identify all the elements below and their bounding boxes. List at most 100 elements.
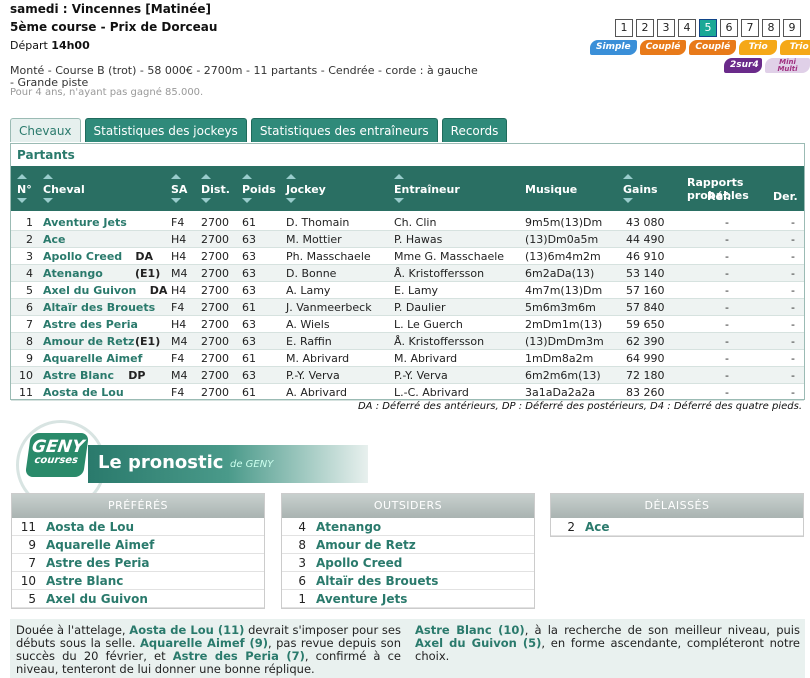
- col-der[interactable]: Der.: [773, 190, 798, 203]
- horse-name[interactable]: Ace: [585, 520, 610, 534]
- col-entraineur[interactable]: Entraîneur: [394, 174, 460, 203]
- table-row[interactable]: 9 Aquarelle Aimef F4 2700 61 M. Abrivard M. Ab…: [11, 350, 804, 367]
- horse-name[interactable]: Axel du Guivon: [46, 592, 148, 606]
- horse-name[interactable]: Astre Blanc: [46, 574, 123, 588]
- col-sa[interactable]: SA: [171, 174, 187, 203]
- table-row[interactable]: 10 Astre Blanc DP M4 2700 63 P.-Y. Verva P.-Y. …: [11, 367, 804, 384]
- cell-cheval[interactable]: Atenango: [43, 267, 103, 280]
- col-ref[interactable]: Réf.: [707, 190, 731, 203]
- horse-name[interactable]: Atenango: [316, 520, 381, 534]
- tab-stats-jockeys[interactable]: Statistiques des jockeys: [84, 118, 247, 142]
- horse-link[interactable]: Astre des Peria (7): [173, 649, 305, 663]
- race-number-button[interactable]: 1: [615, 19, 633, 37]
- bet-type-badge[interactable]: Trio: [780, 40, 810, 55]
- race-number-button[interactable]: 9: [783, 19, 801, 37]
- list-item[interactable]: 10 Astre Blanc: [12, 572, 264, 590]
- race-number-button[interactable]: 3: [657, 19, 675, 37]
- race-number-button[interactable]: 5: [699, 19, 717, 37]
- horse-link[interactable]: Axel du Guivon (5): [415, 636, 541, 650]
- table-row[interactable]: 4 Atenango (E1) M4 2700 63 D. Bonne Å. Kristoff…: [11, 265, 804, 282]
- cell-cheval[interactable]: Astre des Peria: [43, 318, 138, 331]
- list-item[interactable]: 11 Aosta de Lou: [12, 518, 264, 536]
- bet-type-badge[interactable]: Couplé: [639, 40, 687, 55]
- tab-records[interactable]: Records: [441, 118, 508, 142]
- race-number-button[interactable]: 8: [762, 19, 780, 37]
- table-row[interactable]: 11 Aosta de Lou F4 2700 61 A. Abrivard L.-C. A…: [11, 384, 804, 401]
- list-item[interactable]: 5 Axel du Guivon: [12, 590, 264, 608]
- cell-cheval[interactable]: Ace: [43, 233, 66, 246]
- race-number-button[interactable]: 2: [636, 19, 654, 37]
- list-item[interactable]: 3 Apollo Creed: [282, 554, 534, 572]
- horse-link[interactable]: Aquarelle Aimef (9): [140, 636, 268, 650]
- cell-der: -: [791, 369, 795, 382]
- horse-name[interactable]: Aosta de Lou: [46, 520, 134, 534]
- cell-cheval[interactable]: Aosta de Lou: [43, 386, 124, 399]
- bet-type-badge[interactable]: Trio: [739, 40, 778, 55]
- horse-number: 2: [567, 520, 575, 534]
- cell-ref: -: [725, 301, 729, 314]
- bet-type-badge[interactable]: 2sur4: [724, 58, 762, 73]
- table-row[interactable]: 6 Altaïr des Brouets F4 2700 61 J. Vanmeerbec…: [11, 299, 804, 316]
- cell-gains: 72 180: [626, 369, 665, 382]
- col-poids[interactable]: Poids: [242, 174, 276, 203]
- horse-name[interactable]: Aventure Jets: [316, 592, 407, 606]
- list-item[interactable]: 4 Atenango: [282, 518, 534, 536]
- col-gains-label: Gains: [623, 183, 658, 196]
- col-musique[interactable]: Musique: [525, 183, 577, 196]
- bet-type-badge[interactable]: Simple: [590, 40, 637, 55]
- list-item[interactable]: 6 Altaïr des Brouets: [282, 572, 534, 590]
- cell-der: -: [791, 352, 795, 365]
- cell-cheval[interactable]: Axel du Guivon: [43, 284, 136, 297]
- bet-type-badge[interactable]: Mini Multi: [765, 58, 810, 73]
- horse-name[interactable]: Amour de Retz: [316, 538, 416, 552]
- cell-dist: 2700: [201, 216, 229, 229]
- list-item[interactable]: 7 Astre des Peria: [12, 554, 264, 572]
- horse-name[interactable]: Aquarelle Aimef: [46, 538, 154, 552]
- col-dist[interactable]: Dist.: [201, 174, 230, 203]
- cell-entraineur: L. Le Guerch: [394, 318, 463, 331]
- sort-up-icon: [171, 174, 181, 179]
- cell-cheval[interactable]: Amour de Retz: [43, 335, 134, 348]
- horse-link[interactable]: Aosta de Lou (11): [129, 623, 244, 637]
- depart-time: 14h00: [51, 39, 90, 52]
- cell-cheval[interactable]: Astre Blanc: [43, 369, 114, 382]
- col-jockey[interactable]: Jockey: [286, 174, 326, 203]
- table-row[interactable]: 7 Astre des Peria H4 2700 63 A. Wiels L. Le Gu…: [11, 316, 804, 333]
- list-item[interactable]: 2 Ace: [551, 518, 803, 536]
- table-row[interactable]: 3 Apollo Creed DA H4 2700 63 Ph. Masschaele Mme…: [11, 248, 804, 265]
- col-gains[interactable]: Gains: [623, 174, 658, 203]
- cell-cheval[interactable]: Apollo Creed: [43, 250, 122, 263]
- cell-cheval[interactable]: Altaïr des Brouets: [43, 301, 155, 314]
- sort-up-icon: [17, 174, 27, 179]
- table-header: N° Cheval SA Dist. Poids Jockey Entraîne…: [11, 166, 804, 211]
- cell-num: 4: [26, 267, 33, 280]
- day-label: samedi :: [10, 2, 68, 16]
- col-cheval[interactable]: Cheval: [43, 174, 85, 203]
- horse-name[interactable]: Altaïr des Brouets: [316, 574, 438, 588]
- race-number-button[interactable]: 6: [720, 19, 738, 37]
- sort-down-icon: [171, 198, 181, 203]
- horse-link[interactable]: Astre Blanc (10): [415, 623, 525, 637]
- bet-type-badge[interactable]: Couplé: [689, 40, 737, 55]
- col-num[interactable]: N°: [17, 174, 32, 203]
- horse-name[interactable]: Astre des Peria: [46, 556, 150, 570]
- table-row[interactable]: 1 Aventure Jets F4 2700 61 D. Thomain Ch. Clin…: [11, 214, 804, 231]
- list-item[interactable]: 9 Aquarelle Aimef: [12, 536, 264, 554]
- table-row[interactable]: 8 Amour de Retz (E1) M4 2700 63 E. Raffin Å. Kr…: [11, 333, 804, 350]
- table-row[interactable]: 5 Axel du Guivon DA H4 2700 63 A. Lamy E. Lamy 4…: [11, 282, 804, 299]
- list-item[interactable]: 1 Aventure Jets: [282, 590, 534, 608]
- cell-num: 3: [26, 250, 33, 263]
- cell-gains: 57 840: [626, 301, 665, 314]
- table-row[interactable]: 2 Ace H4 2700 63 M. Mottier P. Hawas (13)Dm0a5m…: [11, 231, 804, 248]
- tab-stats-entraineurs[interactable]: Statistiques des entraîneurs: [250, 118, 438, 142]
- tab-chevaux[interactable]: Chevaux: [10, 118, 81, 142]
- cell-dist: 2700: [201, 352, 229, 365]
- cell-cheval[interactable]: Aquarelle Aimef: [43, 352, 142, 365]
- race-number-button[interactable]: 7: [741, 19, 759, 37]
- list-item[interactable]: 8 Amour de Retz: [282, 536, 534, 554]
- cell-gains: 53 140: [626, 267, 665, 280]
- cell-cheval[interactable]: Aventure Jets: [43, 216, 127, 229]
- cell-entraineur: Mme G. Masschaele: [394, 250, 505, 263]
- horse-name[interactable]: Apollo Creed: [316, 556, 402, 570]
- race-number-button[interactable]: 4: [678, 19, 696, 37]
